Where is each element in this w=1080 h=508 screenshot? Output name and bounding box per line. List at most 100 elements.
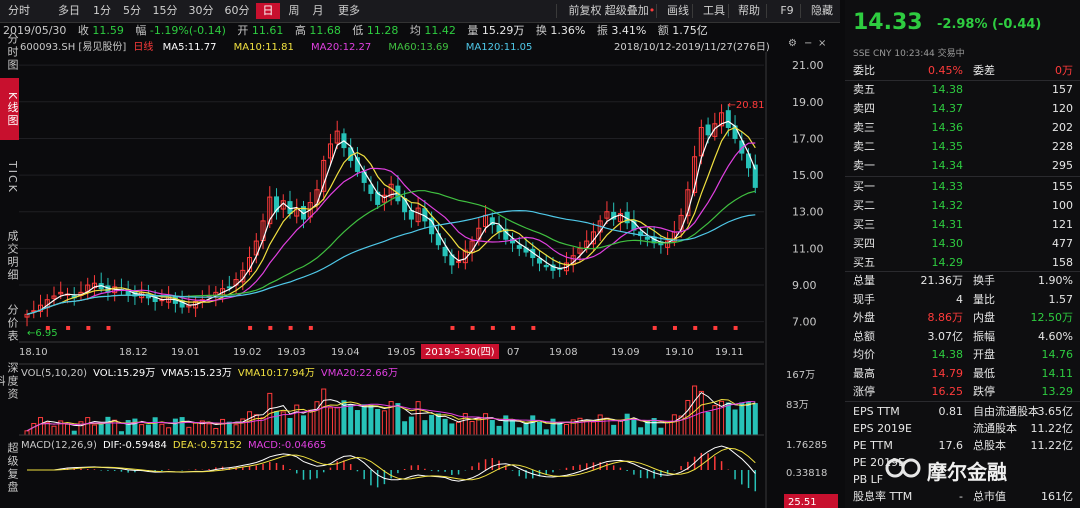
event-marker[interactable]: ▪ bbox=[450, 323, 455, 332]
vtab-2[interactable]: TICK bbox=[0, 142, 19, 210]
event-marker[interactable]: ▪ bbox=[531, 323, 536, 332]
fundamental-row: EPS 2019E 流通股本 11.22亿 bbox=[853, 420, 1078, 437]
volume-bar bbox=[563, 423, 569, 436]
cell: 跌停 bbox=[973, 385, 995, 398]
cell: 100 bbox=[1052, 199, 1073, 212]
period-tab-2[interactable]: 1分 bbox=[88, 3, 116, 19]
volume-bar bbox=[557, 422, 563, 436]
info-close: 11.59 bbox=[92, 24, 124, 37]
toolbar-action-2[interactable]: 画线 bbox=[662, 3, 694, 19]
cell: 买五 bbox=[853, 256, 875, 269]
event-marker[interactable]: ▪ bbox=[288, 323, 293, 332]
toolbar-action-3[interactable]: 工具 bbox=[698, 3, 730, 19]
volume-bar bbox=[469, 420, 475, 436]
event-marker[interactable]: ▪ bbox=[65, 323, 70, 332]
volume-bar bbox=[590, 421, 596, 436]
price-tick-label: 7.00 bbox=[792, 316, 817, 329]
stats-row: 总量 21.36万 换手 1.90% bbox=[853, 272, 1078, 289]
minus-icon[interactable]: − bbox=[804, 38, 812, 49]
toolbar-action-5[interactable]: F9 bbox=[774, 3, 800, 19]
ask-row[interactable]: 卖一 14.34 295 bbox=[853, 157, 1078, 174]
volume-bar bbox=[186, 426, 192, 436]
period-tab-1[interactable]: 多日 bbox=[52, 3, 86, 19]
volume-bar bbox=[381, 410, 387, 436]
candle-body bbox=[368, 184, 374, 194]
event-marker[interactable]: ▪ bbox=[672, 323, 677, 332]
toolbar-action-4[interactable]: 帮助 bbox=[734, 3, 764, 19]
ask-row[interactable]: 卖四 14.37 120 bbox=[853, 100, 1078, 117]
vtab-4[interactable]: 分价表 bbox=[0, 292, 19, 352]
volume-bar bbox=[510, 419, 516, 436]
cell: 8.86万 bbox=[927, 311, 964, 324]
toolbar-action-1[interactable]: 超级叠加• bbox=[604, 3, 656, 19]
cell: 3.07亿 bbox=[927, 329, 964, 343]
period-tab-7[interactable]: 日 bbox=[256, 3, 280, 19]
vtab-0[interactable]: 分时图 bbox=[0, 26, 19, 76]
volume-bar bbox=[247, 411, 253, 436]
vtab-5[interactable]: 深度资料 bbox=[0, 355, 19, 405]
close-icon[interactable]: × bbox=[818, 38, 826, 49]
event-marker[interactable]: ▪ bbox=[106, 323, 111, 332]
volume-bar bbox=[368, 404, 374, 436]
volume-bar bbox=[253, 414, 259, 436]
candle-body bbox=[516, 245, 522, 249]
ohlc-info-line: 2019/05/30 收 11.59 幅 -1.19%(-0.14) 开 11.… bbox=[0, 22, 840, 37]
event-marker[interactable]: ▪ bbox=[652, 323, 657, 332]
vtab-1[interactable]: K线图 bbox=[0, 78, 19, 140]
cell: PE 2019E bbox=[853, 456, 906, 469]
stats-row: 最高 14.79 最低 14.11 bbox=[853, 365, 1078, 382]
settings-icon[interactable]: ⚙ bbox=[788, 38, 797, 49]
period-tab-0[interactable]: 分时 bbox=[2, 3, 36, 19]
vtab-3[interactable]: 成交明细 bbox=[0, 222, 19, 288]
volume-bar bbox=[617, 419, 623, 436]
ask-row[interactable]: 卖二 14.35 228 bbox=[853, 138, 1078, 155]
event-marker[interactable]: ▪ bbox=[511, 323, 516, 332]
volume-bar bbox=[402, 421, 408, 436]
volume-bar bbox=[516, 427, 522, 436]
cell: 卖四 bbox=[853, 102, 875, 115]
cell: 买四 bbox=[853, 237, 875, 250]
cell: 16.25 bbox=[931, 385, 964, 398]
volume-bar bbox=[503, 415, 509, 436]
event-marker[interactable]: ▪ bbox=[308, 323, 313, 332]
cell: 现手 bbox=[853, 292, 875, 306]
event-marker[interactable]: ▪ bbox=[733, 323, 738, 332]
info-chg: -1.19%(-0.14) bbox=[149, 24, 226, 37]
period-tab-3[interactable]: 5分 bbox=[118, 3, 146, 19]
ask-row[interactable]: 卖三 14.36 202 bbox=[853, 119, 1078, 136]
event-marker[interactable]: ▪ bbox=[248, 323, 253, 332]
event-marker[interactable]: ▪ bbox=[693, 323, 698, 332]
bid-row[interactable]: 买二 14.32 100 bbox=[853, 197, 1078, 214]
bid-row[interactable]: 买一 14.33 155 bbox=[853, 178, 1078, 195]
volume-bar bbox=[31, 422, 37, 436]
event-marker[interactable]: ▪ bbox=[490, 323, 495, 332]
divider bbox=[845, 401, 1080, 402]
volume-bar bbox=[483, 413, 489, 436]
price-tick-label: 13.00 bbox=[792, 206, 824, 219]
cell: 股息率 TTM bbox=[853, 490, 913, 503]
vtab-6[interactable]: 超级复盘 bbox=[0, 432, 19, 502]
volume-bar bbox=[91, 424, 97, 436]
toolbar-action-0[interactable]: 前复权 bbox=[560, 3, 610, 19]
period-tab-5[interactable]: 30分 bbox=[184, 3, 218, 19]
ask-row[interactable]: 卖五 14.38 157 bbox=[853, 81, 1078, 98]
bid-row[interactable]: 买三 14.31 121 bbox=[853, 216, 1078, 233]
period-tab-4[interactable]: 15分 bbox=[148, 3, 182, 19]
date-tick-label: 19.09 bbox=[611, 347, 640, 358]
toolbar-action-6[interactable]: 隐藏 bbox=[806, 3, 838, 19]
cell: EPS TTM bbox=[853, 405, 900, 418]
period-tab-10[interactable]: 更多 bbox=[332, 3, 366, 19]
event-marker[interactable]: ▪ bbox=[45, 323, 50, 332]
kline-chart[interactable]: 21.00 19.00 17.00 15.00 13.00 11.00 9.00 7.00 ←2… bbox=[19, 52, 840, 508]
period-tab-9[interactable]: 月 bbox=[306, 3, 330, 19]
notify-dot-icon: • bbox=[648, 4, 656, 17]
period-tab-8[interactable]: 周 bbox=[282, 3, 306, 19]
event-marker[interactable]: ▪ bbox=[268, 323, 273, 332]
event-marker[interactable]: ▪ bbox=[713, 323, 718, 332]
event-marker[interactable]: ▪ bbox=[86, 323, 91, 332]
bid-row[interactable]: 买四 14.30 477 bbox=[853, 235, 1078, 252]
cell: PE TTM bbox=[853, 439, 893, 452]
bid-row[interactable]: 买五 14.29 158 bbox=[853, 254, 1078, 271]
period-tab-6[interactable]: 60分 bbox=[220, 3, 254, 19]
event-marker[interactable]: ▪ bbox=[470, 323, 475, 332]
